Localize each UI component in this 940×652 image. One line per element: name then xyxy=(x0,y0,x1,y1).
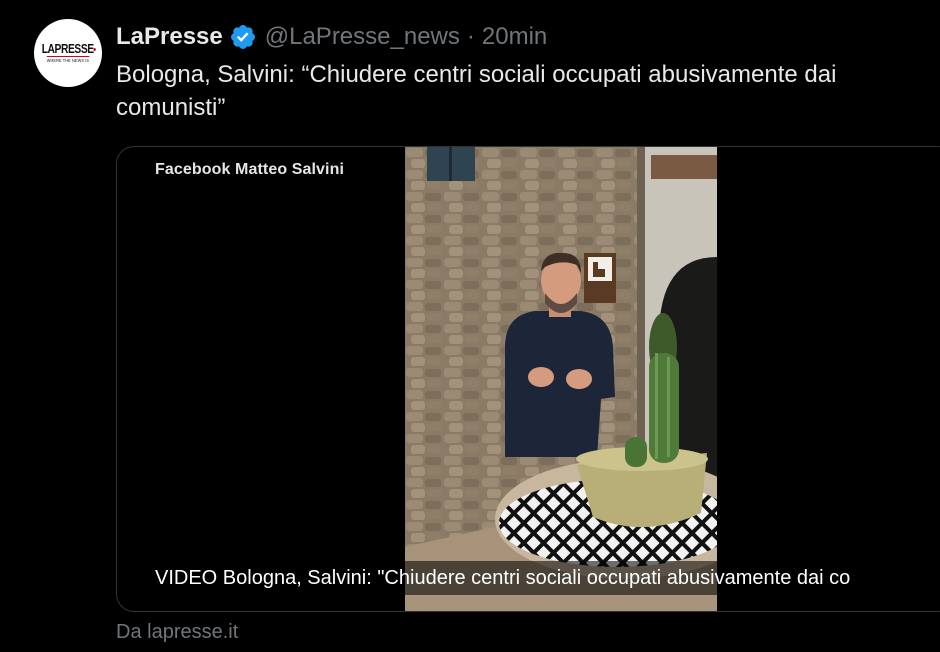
header-separator: · xyxy=(466,23,475,50)
tweet-header: LaPresse @LaPresse_news · 20min xyxy=(116,22,547,52)
author-name[interactable]: LaPresse xyxy=(116,23,223,51)
card-source-link[interactable]: Da lapresse.it xyxy=(116,621,238,644)
tweet-text: Bologna, Salvini: “Chiudere centri socia… xyxy=(116,61,837,121)
tweet-timestamp[interactable]: 20min xyxy=(482,23,547,51)
avatar-logo-tagline: WHERE THE NEWS IS xyxy=(46,56,90,64)
video-thumbnail xyxy=(405,147,717,611)
avatar-logo-text: LAPRESSE xyxy=(42,41,97,56)
tweet[interactable]: LAPRESSE WHERE THE NEWS IS LaPresse @LaP… xyxy=(0,0,940,652)
link-card[interactable]: Facebook Matteo Salvini VIDEO Bologna, S… xyxy=(116,146,940,612)
card-title: VIDEO Bologna, Salvini: "Chiudere centri… xyxy=(151,561,855,595)
verified-badge-icon xyxy=(229,23,257,51)
video-source-label: Facebook Matteo Salvini xyxy=(155,161,345,178)
author-handle[interactable]: @LaPresse_news xyxy=(265,23,460,51)
avatar[interactable]: LAPRESSE WHERE THE NEWS IS xyxy=(34,19,102,87)
